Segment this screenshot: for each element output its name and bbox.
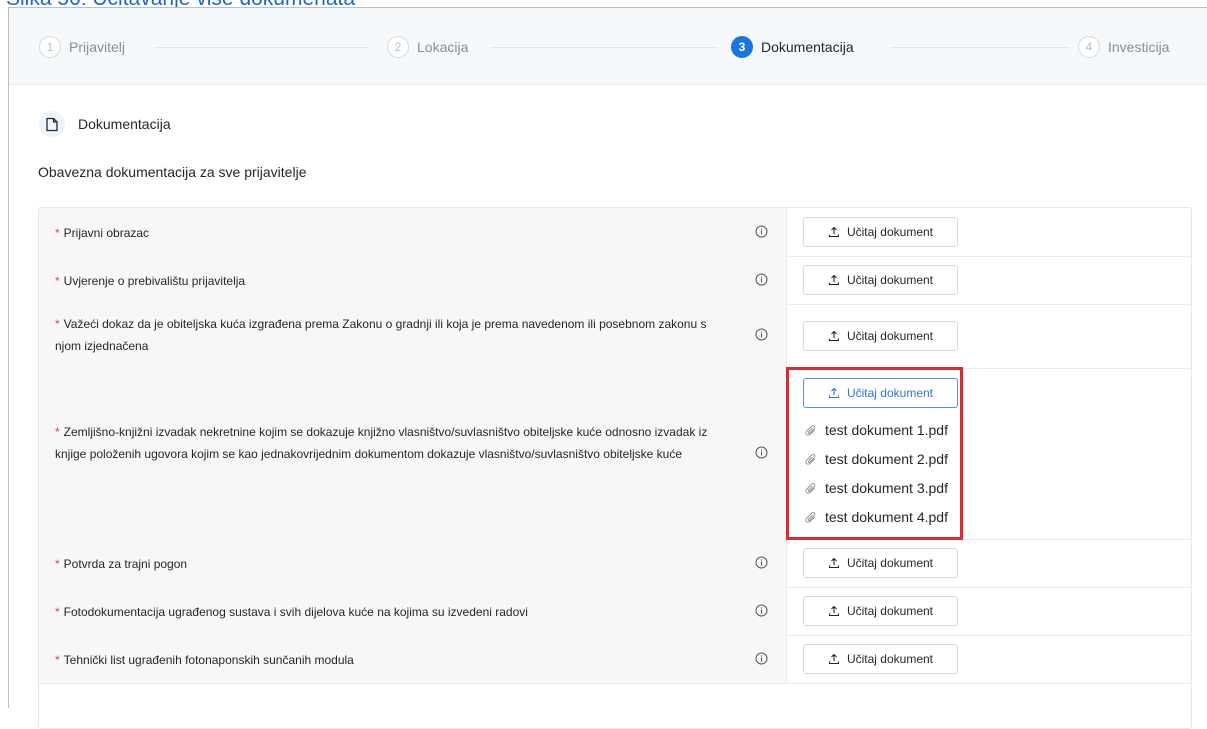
file-name: test dokument 1.pdf — [825, 422, 948, 438]
info-icon[interactable] — [755, 328, 768, 341]
upload-icon — [828, 226, 840, 238]
info-icon[interactable] — [755, 556, 768, 569]
upload-document-button[interactable]: Učitaj dokument — [803, 548, 958, 578]
section-title: Dokumentacija — [78, 116, 171, 132]
required-marker: * — [55, 605, 60, 619]
document-name: Zemljišno-knjižni izvadak nekretnine koj… — [55, 425, 708, 461]
upload-icon — [828, 330, 840, 342]
info-icon[interactable] — [755, 225, 768, 238]
upload-button-label: Učitaj dokument — [846, 225, 934, 239]
section-header: Dokumentacija — [39, 111, 171, 137]
upload-document-button[interactable]: Učitaj dokument — [803, 265, 958, 295]
document-name: Prijavni obrazac — [63, 226, 150, 240]
step-connector — [891, 47, 1069, 48]
upload-document-button[interactable]: Učitaj dokument — [803, 596, 958, 626]
paperclip-icon — [805, 453, 817, 466]
document-name: Potvrda za trajni pogon — [63, 557, 188, 571]
table-row: * Prijavni obrazac Učitaj dokument — [39, 208, 1191, 257]
table-row: * Zemljišno-knjižni izvadak nekretnine ko… — [39, 368, 1191, 540]
table-row: * Važeći dokaz da je obiteljska kuća izgr… — [39, 304, 1191, 369]
step-number: 2 — [387, 36, 409, 58]
required-marker: * — [55, 317, 60, 331]
table-row: * Tehnički list ugrađenih fotonaponskih s… — [39, 635, 1191, 684]
document-label: * Prijavni obrazac — [55, 222, 715, 244]
step-prijavitelj[interactable]: 1 Prijavitelj — [39, 35, 125, 59]
upload-button-label: Učitaj dokument — [846, 556, 934, 570]
document-icon — [39, 111, 65, 137]
upload-document-button[interactable]: Učitaj dokument — [803, 644, 958, 674]
paperclip-icon — [805, 482, 817, 495]
upload-button-label: Učitaj dokument — [846, 329, 934, 343]
document-label: * Uvjerenje o prebivalištu prijavitelja — [55, 270, 715, 292]
upload-icon — [828, 557, 840, 569]
upload-document-button[interactable]: Učitaj dokument — [803, 321, 958, 351]
step-label: Prijavitelj — [69, 39, 126, 55]
document-label: * Važeći dokaz da je obiteljska kuća izgr… — [55, 313, 715, 357]
document-name: Tehnički list ugrađenih fotonaponskih su… — [63, 653, 354, 667]
upload-icon — [828, 387, 840, 399]
application-window: 1 Prijavitelj 2 Lokacija 3 Dokumentacija… — [8, 7, 1207, 729]
uploaded-file-link[interactable]: test dokument 2.pdf — [805, 450, 948, 468]
info-icon[interactable] — [755, 446, 768, 459]
upload-icon — [828, 605, 840, 617]
info-icon[interactable] — [755, 604, 768, 617]
paperclip-icon — [805, 511, 817, 524]
section-subtitle: Obavezna dokumentacija za sve prijavitel… — [38, 164, 307, 180]
document-name: Važeći dokaz da je obiteljska kuća izgra… — [55, 317, 707, 353]
table-row: * Fotodokumentacija ugrađenog sustava i s… — [39, 587, 1191, 636]
document-label: * Zemljišno-knjižni izvadak nekretnine ko… — [55, 421, 715, 465]
step-number: 4 — [1078, 36, 1100, 58]
file-name: test dokument 2.pdf — [825, 451, 948, 467]
steps-bar: 1 Prijavitelj 2 Lokacija 3 Dokumentacija… — [9, 8, 1207, 85]
document-label: * Potvrda za trajni pogon — [55, 553, 715, 575]
step-label: Investicija — [1108, 39, 1170, 55]
document-name: Uvjerenje o prebivalištu prijavitelja — [63, 274, 246, 288]
step-number: 3 — [731, 36, 753, 58]
file-name: test dokument 3.pdf — [825, 480, 948, 496]
step-number: 1 — [39, 36, 61, 58]
document-label: * Tehnički list ugrađenih fotonaponskih s… — [55, 649, 715, 671]
step-connector — [155, 47, 369, 48]
table-row: * Potvrda za trajni pogon Učitaj dokument — [39, 539, 1191, 588]
step-connector — [491, 47, 717, 48]
upload-document-button[interactable]: Učitaj dokument — [803, 378, 958, 408]
step-lokacija[interactable]: 2 Lokacija — [387, 35, 468, 59]
documents-table: * Prijavni obrazac Učitaj dokument * Uvjer… — [38, 207, 1192, 729]
required-marker: * — [55, 653, 60, 667]
upload-button-label: Učitaj dokument — [846, 652, 934, 666]
step-label: Lokacija — [417, 39, 469, 55]
step-label: Dokumentacija — [761, 39, 854, 55]
required-marker: * — [55, 557, 60, 571]
paperclip-icon — [805, 424, 817, 437]
uploaded-file-link[interactable]: test dokument 4.pdf — [805, 508, 948, 526]
table-row: * Uvjerenje o prebivalištu prijavitelja U… — [39, 256, 1191, 305]
info-icon[interactable] — [755, 652, 768, 665]
document-label: * Fotodokumentacija ugrađenog sustava i s… — [55, 601, 715, 623]
upload-button-label: Učitaj dokument — [846, 604, 934, 618]
upload-button-label: Učitaj dokument — [846, 273, 934, 287]
upload-button-label: Učitaj dokument — [846, 386, 934, 400]
required-marker: * — [55, 425, 60, 439]
upload-document-button[interactable]: Učitaj dokument — [803, 217, 958, 247]
document-name: Fotodokumentacija ugrađenog sustava i sv… — [63, 605, 528, 619]
uploaded-file-link[interactable]: test dokument 3.pdf — [805, 479, 948, 497]
required-marker: * — [55, 226, 60, 240]
step-dokumentacija[interactable]: 3 Dokumentacija — [731, 35, 854, 59]
upload-icon — [828, 653, 840, 665]
info-icon[interactable] — [755, 273, 768, 286]
step-investicija[interactable]: 4 Investicija — [1078, 35, 1169, 59]
required-marker: * — [55, 274, 60, 288]
file-name: test dokument 4.pdf — [825, 509, 948, 525]
uploaded-file-link[interactable]: test dokument 1.pdf — [805, 421, 948, 439]
upload-icon — [828, 274, 840, 286]
